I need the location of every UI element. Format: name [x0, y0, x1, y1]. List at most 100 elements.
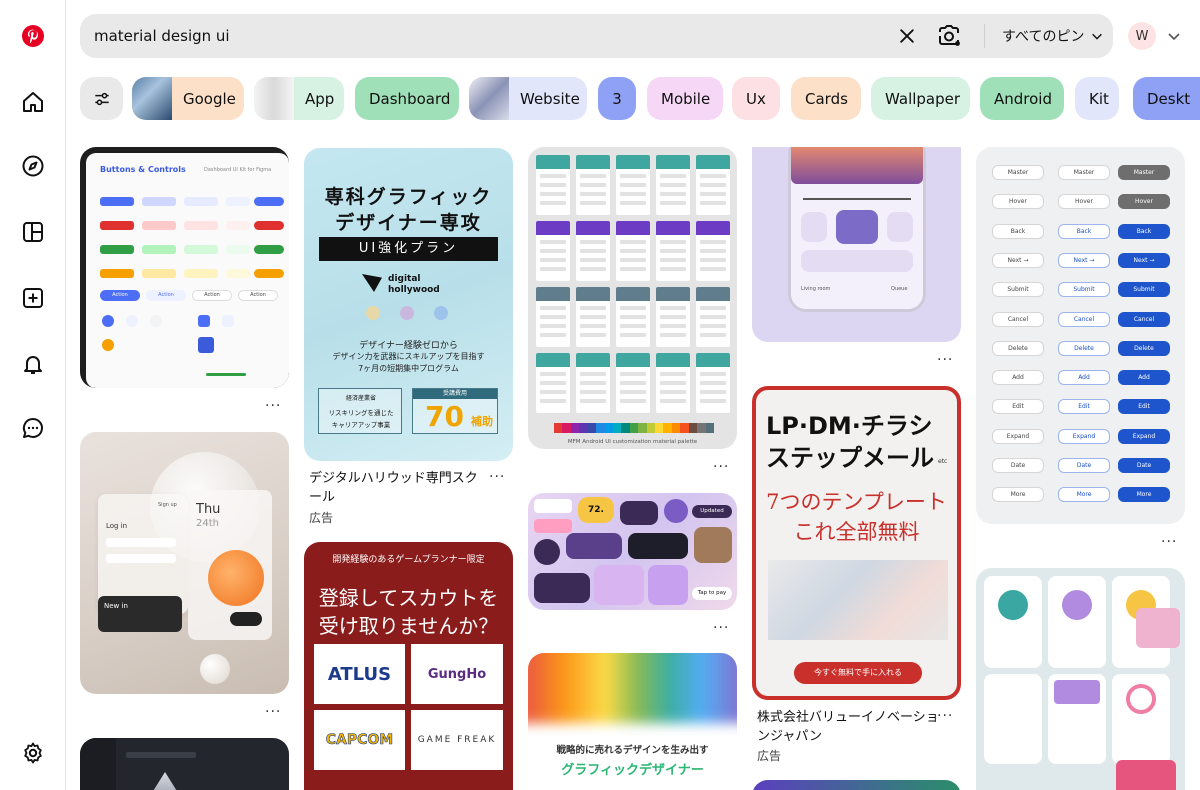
android-app-bar	[536, 287, 570, 301]
chip-ux[interactable]: Ux	[732, 77, 780, 120]
chip-google[interactable]: Google	[132, 77, 244, 120]
pin-more-button[interactable]: ···	[937, 708, 953, 724]
android-list-row	[660, 267, 686, 271]
clear-search-button[interactable]	[895, 24, 919, 48]
toggle-sample	[230, 612, 262, 626]
pin-buttons-controls[interactable]: Buttons & Controls Dashboard UI Kit for …	[80, 147, 289, 388]
icon-button-sample	[198, 337, 214, 353]
chip-android[interactable]: Android	[980, 77, 1064, 120]
filters-button[interactable]	[80, 77, 123, 120]
pin-more-button[interactable]: ···	[1161, 534, 1177, 550]
create-button[interactable]	[17, 282, 49, 314]
pin-more-button[interactable]: ···	[265, 704, 281, 720]
widget	[620, 501, 658, 525]
ad-cta-button[interactable]: 今すぐ無料で手に入れる	[794, 662, 922, 684]
chip-app[interactable]: App	[254, 77, 344, 120]
pin-cropped-bottom[interactable]	[752, 780, 961, 790]
icon-button-sample	[102, 339, 114, 351]
boards-button[interactable]	[17, 216, 49, 248]
widget-weather	[594, 565, 644, 605]
screen-card	[1116, 760, 1176, 790]
account-menu-chevron-icon[interactable]	[1166, 28, 1182, 44]
pin-android-ui[interactable]: MFM Android UI customization material pa…	[528, 147, 737, 449]
pin-more-button[interactable]: ···	[489, 469, 505, 485]
notifications-button[interactable]	[17, 348, 49, 380]
pin-ad-game-scout[interactable]: 開発経験のあるゲームプランナー限定 登録してスカウトを 受け取りませんか？ AT…	[304, 542, 513, 790]
chip-mobile[interactable]: Mobile	[647, 77, 723, 120]
settings-button[interactable]	[17, 737, 49, 769]
android-screen	[576, 221, 610, 281]
icon-button-sample	[222, 315, 234, 327]
button-sample	[254, 269, 284, 278]
chip-kit[interactable]: Kit	[1075, 77, 1119, 120]
android-list-row	[540, 258, 566, 262]
android-app-bar	[656, 155, 690, 169]
chip-wallpaper[interactable]: Wallpaper	[871, 77, 970, 120]
button-state-sample: Hover	[1058, 194, 1110, 210]
pin-button-states[interactable]: Master Master Master Hover Hover Hover Back Bac…	[976, 147, 1185, 524]
pin-mobile-screens[interactable]	[976, 568, 1185, 790]
pin-more-button[interactable]: ···	[713, 620, 729, 636]
progress-track	[803, 198, 911, 200]
weather-date: 24th	[196, 518, 219, 529]
search-scope-dropdown[interactable]: すべてのピン	[1002, 14, 1104, 58]
widget	[534, 539, 560, 565]
chip-cards[interactable]: Cards	[791, 77, 861, 120]
android-app-bar	[616, 221, 650, 235]
search-input[interactable]	[94, 14, 874, 58]
pin-ad-lp-templates[interactable]: LP·DM·チラシ ステップメール etc 7つのテンプレート これ全部無料 今…	[752, 386, 961, 700]
volume-control	[801, 250, 913, 272]
android-list-row	[580, 183, 606, 187]
android-list-row	[620, 258, 646, 262]
pin-title[interactable]: デジタルハリウッド専門スクール	[309, 469, 489, 507]
android-list-row	[580, 372, 606, 376]
chip-website[interactable]: Website	[469, 77, 587, 120]
visual-search-button[interactable]	[936, 23, 962, 49]
android-screen	[576, 353, 610, 413]
android-list-row	[620, 174, 646, 178]
android-list-row	[700, 315, 726, 319]
android-list-row	[620, 201, 646, 205]
phone-frame: Living room Queue	[788, 147, 926, 312]
home-button[interactable]	[17, 86, 49, 118]
pin-glass-ui[interactable]: Log in Sign up Thu 24th New in	[80, 432, 289, 694]
pin-ad-digital-hollywood[interactable]: 専科グラフィック デザイナー専攻 UI強化プラン digital hollywo…	[304, 148, 513, 461]
account-avatar[interactable]: W	[1128, 22, 1156, 50]
android-list-row	[700, 381, 726, 385]
messages-button[interactable]	[17, 412, 49, 444]
button-sample	[142, 269, 176, 278]
button-sample	[184, 221, 218, 230]
android-app-bar	[536, 155, 570, 169]
android-list-row	[660, 372, 686, 376]
button-sample	[100, 197, 134, 206]
button-sample	[226, 245, 250, 254]
android-list-row	[580, 315, 606, 319]
screen-avatar	[998, 590, 1028, 620]
pin-widgets[interactable]: 72. Updated Tap to pay	[528, 493, 737, 610]
android-list-row	[620, 324, 646, 328]
pin-more-button[interactable]: ···	[713, 459, 729, 475]
pin-graphic-designer[interactable]: 戦略的に売れるデザインを生み出す グラフィックデザイナー	[528, 653, 737, 790]
explore-button[interactable]	[17, 150, 49, 182]
widget	[534, 573, 590, 603]
screen-banner	[1054, 680, 1100, 704]
chip-desktop[interactable]: Deskt	[1133, 77, 1200, 120]
chip-3[interactable]: 3	[598, 77, 636, 120]
pinterest-logo[interactable]	[17, 20, 49, 52]
pin-phone-music[interactable]: Living room Queue	[752, 147, 961, 342]
pin-title[interactable]: 株式会社バリューイノベーションジャパン	[757, 708, 941, 746]
logo-atlus: ATLUS	[314, 644, 405, 704]
pin-dark-dashboard[interactable]	[80, 738, 289, 790]
pin-more-button[interactable]: ···	[937, 352, 953, 368]
ad-headline-1: LP·DM·チラシ	[766, 412, 933, 440]
chip-label: Kit	[1089, 89, 1109, 108]
button-state-sample: Master	[992, 165, 1044, 180]
screen	[1112, 674, 1170, 764]
android-app-bar	[536, 353, 570, 367]
chip-dashboard[interactable]: Dashboard	[355, 77, 459, 120]
pin-more-button[interactable]: ···	[265, 398, 281, 414]
chip-label: Android	[994, 89, 1052, 108]
widget-temp: 72.	[578, 497, 614, 523]
android-list-row	[620, 267, 646, 271]
android-list-row	[660, 324, 686, 328]
